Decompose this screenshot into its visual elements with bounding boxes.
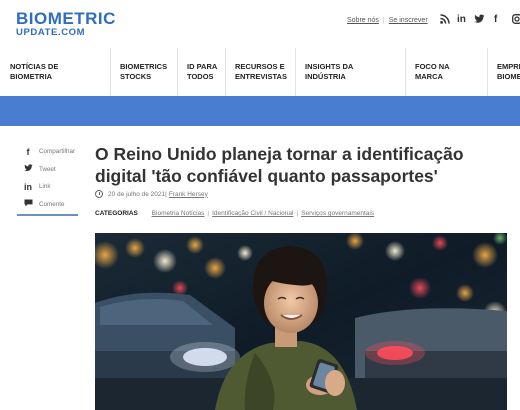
nav-item-id-for-all[interactable]: ID PARA TODOS bbox=[177, 48, 225, 96]
share-comment-button[interactable]: Comente bbox=[17, 196, 78, 214]
category-separator: | bbox=[207, 210, 210, 217]
share-label: Comente bbox=[39, 200, 65, 208]
meta-separator: | bbox=[165, 190, 167, 198]
nav-item-label: INSIGHTS DA INDÚSTRIA bbox=[305, 62, 354, 81]
rss-icon[interactable] bbox=[440, 14, 450, 27]
share-facebook-button[interactable]: f Compartilhar bbox=[17, 143, 78, 161]
nav-item-label: RECURSOS E ENTREVISTAS bbox=[235, 62, 287, 81]
share-label: Tweet bbox=[39, 165, 56, 173]
nav-item-enterprise-biometrics[interactable]: EMPRE BIOME bbox=[487, 48, 520, 96]
clock-icon bbox=[95, 190, 103, 198]
article-title-line1: O Reino Unido planeja tornar a identific… bbox=[95, 144, 464, 164]
category-separator: | bbox=[296, 210, 299, 217]
instagram-icon[interactable] bbox=[512, 14, 520, 27]
twitter-icon bbox=[21, 164, 35, 174]
nav-item-features-interviews[interactable]: RECURSOS E ENTREVISTAS bbox=[225, 48, 295, 96]
category-link[interactable]: Identificação Civil / Nacional bbox=[212, 210, 293, 217]
top-links-separator: | bbox=[382, 17, 385, 24]
category-link[interactable]: Serviços governamentais bbox=[301, 210, 374, 217]
article-categories: CATEGORIAS Biometria Notícias | Identifica… bbox=[95, 210, 374, 217]
article-title: O Reino Unido planeja tornar a identific… bbox=[95, 143, 495, 187]
about-link[interactable]: Sobre nós bbox=[347, 17, 379, 24]
categories-label: CATEGORIAS bbox=[95, 210, 138, 217]
share-label: Compartilhar bbox=[39, 148, 76, 156]
article-hero-image bbox=[95, 233, 507, 410]
nav-item-industry-insights[interactable]: INSIGHTS DA INDÚSTRIA bbox=[295, 48, 405, 96]
nav-item-label: EMPRE BIOME bbox=[497, 62, 520, 81]
logo-line2: UPDATE.COM bbox=[16, 27, 86, 38]
top-links: Sobre nós | Se inscrever bbox=[347, 17, 428, 24]
share-divider bbox=[17, 214, 78, 216]
share-twitter-button[interactable]: Tweet bbox=[17, 161, 78, 179]
linkedin-icon: in bbox=[24, 181, 32, 192]
share-bar: f Compartilhar Tweet in Link Comente bbox=[17, 143, 78, 216]
share-linkedin-button[interactable]: in Link bbox=[17, 178, 78, 196]
article-meta: 20 de julho de 2021 | Frank Hersey bbox=[95, 190, 208, 198]
subscribe-link[interactable]: Se inscrever bbox=[389, 17, 428, 24]
nav-item-biometrics-stocks[interactable]: BIOMETRICS STOCKS bbox=[110, 48, 177, 96]
nav-item-label: NOTÍCIAS DE BIOMETRIA bbox=[10, 62, 59, 81]
nav-item-label: BIOMETRICS STOCKS bbox=[120, 62, 168, 81]
nav-item-label: ID PARA TODOS bbox=[187, 62, 217, 81]
main-nav: NOTÍCIAS DE BIOMETRIA BIOMETRICS STOCKS … bbox=[0, 48, 520, 96]
twitter-icon[interactable] bbox=[474, 14, 485, 27]
share-label: Link bbox=[39, 183, 51, 191]
site-header: BIOMETRIC UPDATE.COM Sobre nós | Se inscre… bbox=[0, 0, 520, 48]
article-title-line2: digital 'tão confiável quanto passaporte… bbox=[95, 166, 438, 186]
hero-illustration bbox=[95, 233, 507, 410]
article-date: 20 de julho de 2021 bbox=[108, 190, 166, 198]
nav-item-brand-focus[interactable]: FOCO NA MARCA bbox=[405, 48, 487, 96]
author-link[interactable]: Frank Hersey bbox=[169, 191, 208, 198]
linkedin-icon[interactable]: in bbox=[457, 14, 466, 25]
facebook-icon: f bbox=[26, 146, 30, 157]
site-logo[interactable]: BIOMETRIC UPDATE.COM bbox=[16, 10, 116, 38]
category-link[interactable]: Biometria Notícias bbox=[152, 210, 205, 217]
nav-item-biometrics-news[interactable]: NOTÍCIAS DE BIOMETRIA bbox=[0, 48, 110, 96]
facebook-icon[interactable]: f bbox=[494, 14, 497, 25]
logo-line1: BIOMETRIC bbox=[16, 9, 116, 28]
comment-icon bbox=[21, 199, 35, 209]
nav-item-label: FOCO NA MARCA bbox=[415, 62, 450, 81]
nav-accent-band bbox=[0, 96, 520, 126]
